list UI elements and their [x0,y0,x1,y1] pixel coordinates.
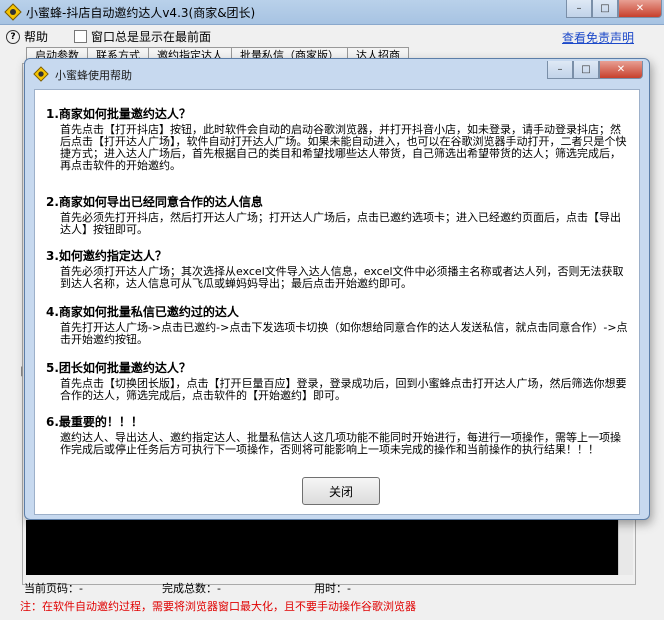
section-title: 4.商家如何批量私信已邀约过的达人 [46,305,239,319]
current-page-status: 当前页码：- [24,582,83,595]
bee-icon [4,3,22,21]
minimize-button[interactable]: – [566,0,592,18]
close-icon: ✕ [635,3,645,14]
maximize-button[interactable]: □ [592,0,618,18]
disclaimer-link[interactable]: 查看免责声明 [562,29,634,46]
section-body: 首先点击【打开抖店】按钮，此时软件会自动的启动谷歌浏览器，并打开抖音小店，如未登… [60,123,627,172]
help-icon: ? [6,29,20,44]
elapsed-status: 用时：- [314,582,351,595]
checkbox-box[interactable] [74,30,87,43]
bee-icon [33,66,49,82]
window-title: 小蜜蜂-抖店自动邀约达人v4.3(商家&团长) [26,6,256,20]
section-body: 首先必须打开达人广场；其次选择从excel文件导入达人信息，excel文件中必须… [60,265,624,290]
help-dialog: 小蜜蜂使用帮助 – □ ✕ 1.商家如何批量邀约达人？ 首先点击【打开抖店】按钮… [24,58,650,520]
help-menu[interactable]: ? 帮助 [6,28,48,45]
panel-edge-mark: | [20,366,24,377]
minimize-icon: – [576,3,582,14]
always-on-top-checkbox[interactable]: 窗口总是显示在最前面 [74,28,211,45]
warning-note: 注：在软件自动邀约过程，需要将浏览器窗口最大化，且不要手动操作谷歌浏览器 [20,600,416,613]
help-label: 帮助 [24,30,49,44]
section-body: 首先必须先打开抖店，然后打开达人广场；打开达人广场后，点击已邀约选项卡；进入已经… [60,211,621,236]
close-dialog-button[interactable]: 关闭 [302,477,380,505]
maximize-icon: □ [600,3,610,14]
close-icon: ✕ [616,64,626,75]
always-on-top-label: 窗口总是显示在最前面 [91,30,212,44]
dialog-maximize-button[interactable]: □ [573,61,599,79]
section-title: 1.商家如何批量邀约达人？ [46,107,191,121]
section-body: 首先打开达人广场->点击已邀约->点击下发选项卡切换（如你想给同意合作的达人发送… [60,321,628,346]
section-title: 2.商家如何导出已经同意合作的达人信息 [46,195,263,209]
main-title-bar[interactable]: 小蜜蜂-抖店自动邀约达人v4.3(商家&团长) – □ ✕ [0,0,664,25]
menu-bar: ? 帮助 窗口总是显示在最前面 查看免责声明 [0,25,664,47]
log-output[interactable] [26,520,618,575]
total-done-status: 完成总数：- [162,582,221,595]
section-title: 5.团长如何批量邀约达人？ [46,361,191,375]
maximize-icon: □ [581,64,591,75]
log-scrollbar[interactable] [618,520,633,575]
help-content: 1.商家如何批量邀约达人？ 首先点击【打开抖店】按钮，此时软件会自动的启动谷歌浏… [34,89,640,515]
window-controls: – □ ✕ [566,0,662,18]
dialog-title: 小蜜蜂使用帮助 [55,69,132,82]
section-title: 6.最重要的！！！ [46,415,143,429]
section-body: 首先点击【切换团长版】，点击【打开巨量百应】登录，登录成功后，回到小蜜蜂点击打开… [60,377,627,402]
close-button[interactable]: ✕ [618,0,662,18]
dialog-minimize-button[interactable]: – [547,61,573,79]
section-body: 邀约达人、导出达人、邀约指定达人、批量私信达人这几项功能不能同时开始进行，每进行… [60,431,621,456]
minimize-icon: – [557,64,563,75]
section-title: 3.如何邀约指定达人？ [46,249,167,263]
dialog-close-x-button[interactable]: ✕ [599,61,643,79]
dialog-window-controls: – □ ✕ [547,61,643,79]
